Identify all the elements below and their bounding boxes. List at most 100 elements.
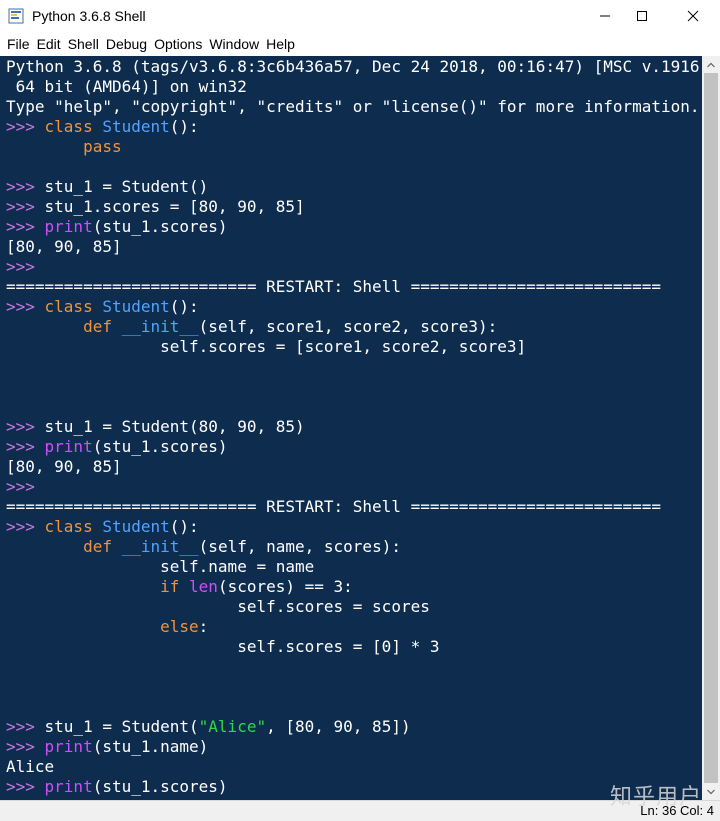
window-title: Python 3.6.8 Shell xyxy=(32,8,146,24)
code-text: (stu_1.scores) xyxy=(92,437,228,456)
code-text: (): xyxy=(169,117,199,136)
keyword: class xyxy=(44,117,93,136)
prompt: >>> xyxy=(6,177,45,196)
code-text: , [80, 90, 85]) xyxy=(266,717,411,736)
prompt: >>> xyxy=(6,437,45,456)
keyword: else xyxy=(160,617,199,636)
prompt: >>> xyxy=(6,297,45,316)
vertical-scrollbar[interactable] xyxy=(702,56,720,800)
prompt: >>> xyxy=(6,717,45,736)
code-line: self.scores = [0] * 3 xyxy=(6,637,700,657)
code-line: >>> stu_1 = Student("Alice", [80, 90, 85… xyxy=(6,717,700,737)
title-bar[interactable]: Python 3.6.8 Shell xyxy=(0,0,720,32)
keyword: if xyxy=(160,577,180,596)
prompt: >>> xyxy=(6,477,35,496)
prompt: >>> xyxy=(6,777,45,796)
keyword: pass xyxy=(83,137,122,156)
keyword: def xyxy=(83,537,112,556)
class-name: Student xyxy=(102,297,170,316)
prompt: >>> xyxy=(6,217,45,236)
banner-line: 64 bit (AMD64)] on win32 xyxy=(6,77,247,96)
shell-text-area[interactable]: Python 3.6.8 (tags/v3.6.8:3c6b436a57, De… xyxy=(0,56,702,800)
maximize-button[interactable] xyxy=(619,0,665,32)
restart-line: ========================== RESTART: Shel… xyxy=(6,277,662,296)
code-line: >>> print(stu_1.scores) xyxy=(6,777,700,797)
prompt: >>> xyxy=(6,197,45,216)
prompt: >>> xyxy=(6,117,45,136)
code-text: self.scores = [0] * 3 xyxy=(237,637,440,656)
menu-options[interactable]: Options xyxy=(154,36,202,52)
code-line: >>> print(stu_1.scores) xyxy=(6,217,700,237)
function-name: __init__ xyxy=(121,537,199,556)
menu-help[interactable]: Help xyxy=(266,36,295,52)
code-text: (): xyxy=(169,297,199,316)
code-line: def __init__(self, name, scores): xyxy=(6,537,700,557)
output-line: [80, 90, 85] xyxy=(6,237,122,256)
minimize-icon xyxy=(600,15,610,17)
code-text: (stu_1.scores) xyxy=(92,217,228,236)
code-line: def __init__(self, score1, score2, score… xyxy=(6,317,700,337)
string-literal: "Alice" xyxy=(198,717,267,736)
scrollbar-thumb[interactable] xyxy=(704,73,718,783)
output-line: Alice xyxy=(6,757,55,776)
code-text: (self, name, scores): xyxy=(198,537,401,556)
python-app-icon xyxy=(8,8,24,24)
chevron-down-icon xyxy=(707,789,715,794)
chevron-up-icon xyxy=(707,62,715,67)
banner-line: Python 3.6.8 (tags/v3.6.8:3c6b436a57, De… xyxy=(6,57,700,76)
close-icon xyxy=(687,10,699,22)
code-line: self.name = name xyxy=(6,557,700,577)
banner-line: Type "help", "copyright", "credits" or "… xyxy=(6,97,700,116)
menu-debug[interactable]: Debug xyxy=(106,36,147,52)
menu-edit[interactable]: Edit xyxy=(37,36,61,52)
code-line: pass xyxy=(6,137,700,157)
builtin: print xyxy=(44,777,93,796)
class-name: Student xyxy=(102,117,170,136)
builtin: len xyxy=(189,577,218,596)
code-text: stu_1 = Student( xyxy=(44,717,199,736)
keyword: def xyxy=(83,317,112,336)
scroll-up-button[interactable] xyxy=(702,56,720,73)
keyword: class xyxy=(44,297,93,316)
menu-bar: File Edit Shell Debug Options Window Hel… xyxy=(0,32,720,56)
code-text: (scores) == 3: xyxy=(217,577,353,596)
maximize-icon xyxy=(637,11,647,21)
code-line: self.scores = scores xyxy=(6,597,700,617)
code-line: else: xyxy=(6,617,700,637)
menu-shell[interactable]: Shell xyxy=(68,36,99,52)
code-text: : xyxy=(198,617,209,636)
keyword: class xyxy=(44,517,93,536)
builtin: print xyxy=(44,437,93,456)
code-text: self.name = name xyxy=(160,557,315,576)
code-text: (stu_1.scores) xyxy=(92,777,228,796)
code-text: (self, score1, score2, score3): xyxy=(198,317,498,336)
prompt: >>> xyxy=(6,257,35,276)
prompt: >>> xyxy=(6,417,45,436)
builtin: print xyxy=(44,217,93,236)
prompt: >>> xyxy=(6,517,45,536)
code-line: if len(scores) == 3: xyxy=(6,577,700,597)
code-line: >>> print(stu_1.scores) xyxy=(6,437,700,457)
prompt: >>> xyxy=(6,737,45,756)
code-line: >>> class Student(): xyxy=(6,517,700,537)
builtin: print xyxy=(44,737,93,756)
close-button[interactable] xyxy=(670,0,716,32)
code-line: self.scores = [score1, score2, score3] xyxy=(6,337,700,357)
code-text: stu_1 = Student(80, 90, 85) xyxy=(44,417,305,436)
menu-window[interactable]: Window xyxy=(209,36,259,52)
class-name: Student xyxy=(102,517,170,536)
code-line: >>> stu_1 = Student(80, 90, 85) xyxy=(6,417,700,437)
code-line: >>> stu_1.scores = [80, 90, 85] xyxy=(6,197,700,217)
restart-line: ========================== RESTART: Shel… xyxy=(6,497,662,516)
scroll-down-button[interactable] xyxy=(702,783,720,800)
menu-file[interactable]: File xyxy=(7,36,30,52)
watermark: 知乎用户 xyxy=(609,785,702,810)
code-text: (): xyxy=(169,517,199,536)
function-name: __init__ xyxy=(121,317,199,336)
